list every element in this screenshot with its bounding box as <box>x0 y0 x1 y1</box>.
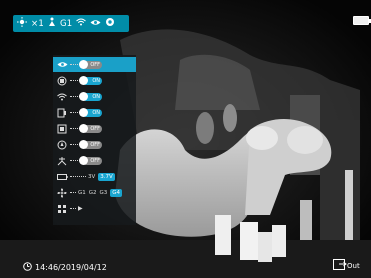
exit-label: Out <box>347 262 360 270</box>
menu-row-tripod[interactable]: OFF <box>53 153 136 168</box>
exit-button[interactable]: Out <box>333 259 360 273</box>
toggle-switch[interactable]: OFF <box>79 123 102 133</box>
menu-row-display[interactable]: OFF <box>53 57 136 72</box>
option-3v[interactable]: 3V <box>88 174 95 180</box>
compass-icon <box>56 139 68 151</box>
menu-row-wifi[interactable]: ON <box>53 89 136 104</box>
wifi-icon <box>56 91 68 103</box>
calibration-icon <box>56 107 68 119</box>
wifi-icon[interactable] <box>76 18 87 29</box>
fan-icon <box>56 187 68 199</box>
thermal-viewfinder: ×1 G1 OFF ON ON ON OFF OFF OFF 3V 3.7V G… <box>0 0 371 278</box>
exit-icon <box>333 259 347 273</box>
menu-icon <box>56 203 68 215</box>
battery-icon <box>56 171 68 183</box>
gear-icon[interactable] <box>105 17 115 30</box>
toggle-switch[interactable]: ON <box>79 107 102 117</box>
palette-icon[interactable] <box>48 17 56 30</box>
chevron-right-icon[interactable]: ▶ <box>78 205 83 212</box>
menu-row-pip[interactable]: ON <box>53 73 136 88</box>
toggle-switch[interactable]: OFF <box>79 139 102 149</box>
mode-label: G1 <box>59 18 73 29</box>
toggle-switch[interactable]: OFF <box>79 59 102 69</box>
menu-row-frame[interactable]: OFF <box>53 121 136 136</box>
tripod-icon <box>56 155 68 167</box>
eye-icon[interactable] <box>90 19 101 29</box>
menu-row-fan[interactable]: G1 G2 G3 G4 <box>53 185 136 200</box>
option-g3[interactable]: G3 <box>100 190 108 196</box>
option-g1[interactable]: G1 <box>78 190 86 196</box>
toggle-switch[interactable]: OFF <box>79 155 102 165</box>
option-g4[interactable]: G4 <box>110 188 123 197</box>
option-3-7v[interactable]: 3.7V <box>98 172 115 181</box>
settings-menu: OFF ON ON ON OFF OFF OFF 3V 3.7V G1 G2 G… <box>53 55 136 225</box>
menu-row-compass[interactable]: OFF <box>53 137 136 152</box>
zoom-level: ×1 <box>31 18 44 29</box>
battery-indicator <box>353 16 371 25</box>
toggle-switch[interactable]: ON <box>79 91 102 101</box>
menu-row-battery-voltage[interactable]: 3V 3.7V <box>53 169 136 184</box>
picture-in-picture-icon <box>56 75 68 87</box>
datetime-status: 14:46/2019/04/12 <box>23 262 107 273</box>
square-icon <box>56 123 68 135</box>
menu-row-calibration[interactable]: ON <box>53 105 136 120</box>
eye-icon <box>56 59 68 71</box>
clock-icon <box>23 262 32 273</box>
option-g2[interactable]: G2 <box>89 190 97 196</box>
menu-row-more[interactable]: ▶ <box>53 201 136 216</box>
toggle-switch[interactable]: ON <box>79 75 102 85</box>
top-status-bar: ×1 G1 <box>13 15 129 32</box>
datetime-text: 14:46/2019/04/12 <box>35 263 107 272</box>
sun-icon[interactable] <box>17 17 27 30</box>
